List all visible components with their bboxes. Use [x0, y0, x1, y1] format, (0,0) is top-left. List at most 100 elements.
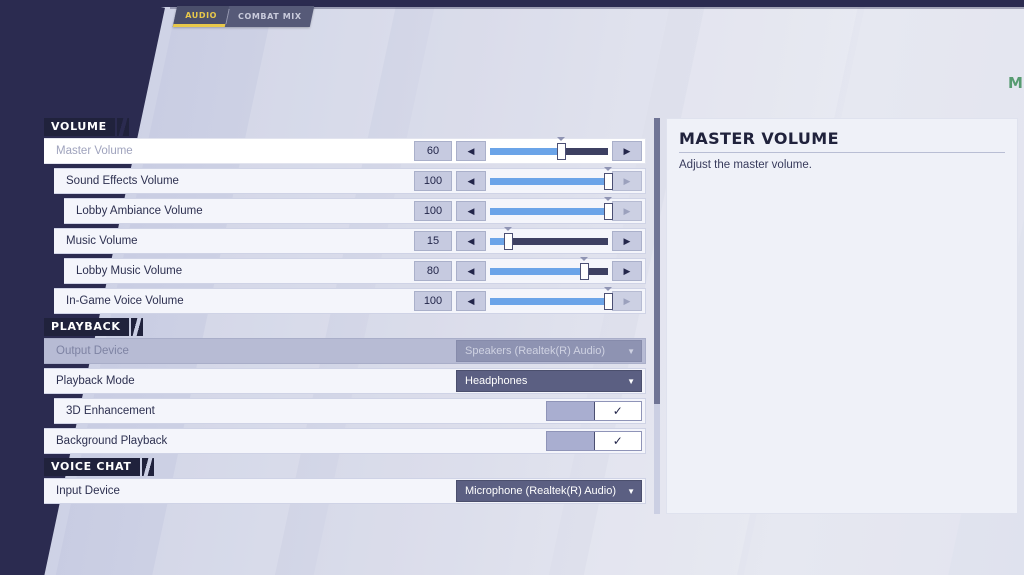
tab-label: AUDIO: [185, 11, 217, 20]
section-title: VOLUME: [44, 118, 115, 136]
slider-control: 100◀ ▶: [414, 201, 645, 221]
section-slash-decoration: [142, 458, 154, 476]
slider-thumb[interactable]: [604, 203, 613, 220]
watermark: M: [1008, 74, 1024, 94]
settings-row[interactable]: Lobby Music Volume80 ◀ ▶: [64, 258, 646, 284]
slider-decrease-button[interactable]: ◀: [456, 201, 486, 221]
slider-increase-button[interactable]: ▶: [612, 141, 642, 161]
slider-control: 80 ◀ ▶: [414, 261, 645, 281]
scrollbar-track[interactable]: [654, 118, 660, 514]
slider-decrease-button[interactable]: ◀: [456, 231, 486, 251]
settings-row-label: In-Game Voice Volume: [54, 295, 414, 307]
chevron-down-icon: ▼: [627, 487, 635, 496]
settings-row[interactable]: 3D Enhancement ✓: [54, 398, 646, 424]
slider-value[interactable]: 80: [414, 261, 452, 281]
slider-thumb[interactable]: [557, 143, 566, 160]
slider-decrease-button[interactable]: ◀: [456, 141, 486, 161]
slider-fill: [490, 268, 584, 275]
info-panel: MASTER VOLUME Adjust the master volume.: [666, 118, 1018, 514]
settings-row-label: Background Playback: [44, 435, 546, 447]
slider-track-wrapper[interactable]: [490, 201, 608, 221]
slider-increase-button[interactable]: ▶: [612, 291, 642, 311]
slider-increase-button[interactable]: ▶: [612, 231, 642, 251]
tab-bar: AUDIO COMBAT MIX: [173, 6, 314, 27]
slider-track-wrapper[interactable]: [490, 261, 608, 281]
toggle-on-half[interactable]: ✓: [594, 402, 642, 420]
slider-decrease-button[interactable]: ◀: [456, 261, 486, 281]
settings-row-label: Sound Effects Volume: [54, 175, 414, 187]
slider-thumb[interactable]: [504, 233, 513, 250]
dropdown-value: Microphone (Realtek(R) Audio): [465, 485, 627, 497]
toggle-on-half[interactable]: ✓: [594, 432, 642, 450]
slider-caret-icon: [604, 167, 612, 171]
check-icon: ✓: [613, 404, 623, 418]
slider-track-wrapper[interactable]: [490, 171, 608, 191]
settings-row-label: Lobby Ambiance Volume: [64, 205, 414, 217]
slider-track-wrapper[interactable]: [490, 231, 608, 251]
slider-value[interactable]: 100: [414, 201, 452, 221]
slider-track[interactable]: [490, 148, 608, 155]
settings-row[interactable]: Lobby Ambiance Volume100◀ ▶: [64, 198, 646, 224]
slider-value[interactable]: 60: [414, 141, 452, 161]
slider-increase-button[interactable]: ▶: [612, 201, 642, 221]
slider-value[interactable]: 100: [414, 171, 452, 191]
slider-control: 100◀ ▶: [414, 291, 645, 311]
settings-row-label: Input Device: [44, 485, 456, 497]
toggle-off-half[interactable]: [547, 432, 594, 450]
slider-track[interactable]: [490, 298, 608, 305]
slider-caret-icon: [604, 197, 612, 201]
toggle-off-half[interactable]: [547, 402, 594, 420]
tab-combat-mix[interactable]: COMBAT MIX: [226, 6, 314, 27]
slider-track[interactable]: [490, 208, 608, 215]
chevron-left-icon: ◀: [468, 147, 475, 156]
settings-row[interactable]: Master Volume60 ◀ ▶: [44, 138, 646, 164]
settings-row: Output DeviceSpeakers (Realtek(R) Audio)…: [44, 338, 646, 364]
slider-decrease-button[interactable]: ◀: [456, 171, 486, 191]
tab-audio[interactable]: AUDIO: [173, 6, 229, 27]
toggle-switch[interactable]: ✓: [546, 401, 642, 421]
slider-increase-button[interactable]: ▶: [612, 171, 642, 191]
slider-fill: [490, 208, 608, 215]
slider-caret-icon: [504, 227, 512, 231]
slider-thumb[interactable]: [604, 293, 613, 310]
slider-track[interactable]: [490, 268, 608, 275]
dropdown-select[interactable]: Microphone (Realtek(R) Audio)▼: [456, 480, 642, 502]
slider-thumb[interactable]: [580, 263, 589, 280]
settings-row[interactable]: Background Playback ✓: [44, 428, 646, 454]
settings-row[interactable]: Input DeviceMicrophone (Realtek(R) Audio…: [44, 478, 646, 504]
slider-value[interactable]: 100: [414, 291, 452, 311]
slider-track[interactable]: [490, 178, 608, 185]
settings-row-label: 3D Enhancement: [54, 405, 546, 417]
settings-row[interactable]: In-Game Voice Volume100◀ ▶: [54, 288, 646, 314]
section-title: VOICE CHAT: [44, 458, 140, 476]
settings-row-label: Playback Mode: [44, 375, 456, 387]
section-slash-decoration: [131, 318, 143, 336]
toggle-switch[interactable]: ✓: [546, 431, 642, 451]
dropdown-value: Speakers (Realtek(R) Audio): [465, 345, 627, 357]
dropdown-select: Speakers (Realtek(R) Audio)▼: [456, 340, 642, 362]
slider-increase-button[interactable]: ▶: [612, 261, 642, 281]
section-rows: Master Volume60◀▶Sound Effects Volume100…: [44, 138, 646, 314]
chevron-down-icon: ▼: [627, 377, 635, 386]
settings-row[interactable]: Sound Effects Volume100◀ ▶: [54, 168, 646, 194]
section-header: PLAYBACK: [44, 318, 646, 336]
settings-row-label: Lobby Music Volume: [64, 265, 414, 277]
settings-row[interactable]: Playback ModeHeadphones▼: [44, 368, 646, 394]
slider-thumb[interactable]: [604, 173, 613, 190]
slider-track-wrapper[interactable]: [490, 291, 608, 311]
slider-track-wrapper[interactable]: [490, 141, 608, 161]
chevron-right-icon: ▶: [624, 177, 631, 186]
chevron-right-icon: ▶: [624, 147, 631, 156]
scrollbar-thumb[interactable]: [654, 118, 660, 404]
list-accent-strip: [40, 168, 46, 320]
chevron-right-icon: ▶: [624, 297, 631, 306]
dropdown-select[interactable]: Headphones▼: [456, 370, 642, 392]
info-panel-title: MASTER VOLUME: [679, 129, 1005, 148]
slider-caret-icon: [580, 257, 588, 261]
settings-row-label: Master Volume: [44, 145, 414, 157]
slider-track[interactable]: [490, 238, 608, 245]
chevron-left-icon: ◀: [468, 267, 475, 276]
settings-row[interactable]: Music Volume15◀▶: [54, 228, 646, 254]
slider-value[interactable]: 15: [414, 231, 452, 251]
slider-decrease-button[interactable]: ◀: [456, 291, 486, 311]
